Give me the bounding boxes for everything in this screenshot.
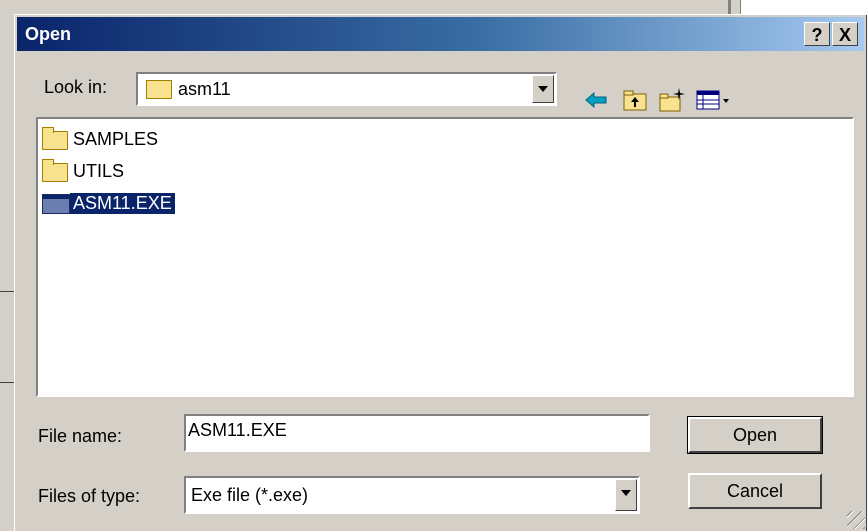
help-button[interactable]: ? <box>804 22 830 46</box>
files-of-type-value: Exe file (*.exe) <box>191 485 309 505</box>
view-menu-icon[interactable] <box>695 86 735 114</box>
close-button[interactable]: X <box>832 22 858 46</box>
file-name-label: File name: <box>38 426 123 446</box>
cancel-button[interactable]: Cancel <box>688 473 822 509</box>
look-in-label: Look in: <box>44 77 108 97</box>
background-window-edge <box>728 0 731 14</box>
file-name-input[interactable]: ASM11.EXE <box>184 414 650 452</box>
title-bar[interactable]: Open ? X <box>17 17 864 51</box>
files-of-type-label: Files of type: <box>38 486 141 506</box>
background-window-strip <box>0 0 867 14</box>
new-folder-icon[interactable] <box>658 86 686 114</box>
folder-icon <box>40 127 70 150</box>
look-in-dropdown[interactable]: asm11 <box>136 72 557 106</box>
look-in-value: asm11 <box>178 79 231 99</box>
dialog-title: Open <box>25 24 72 44</box>
files-of-type-dropdown-button[interactable] <box>615 479 637 511</box>
file-name-label: SAMPLES <box>73 128 159 149</box>
file-list-item-utils[interactable]: UTILS <box>40 159 127 183</box>
exe-icon <box>40 192 70 214</box>
background-window-panel <box>740 0 867 14</box>
back-arrow-icon[interactable] <box>582 86 610 114</box>
resize-grip-icon[interactable] <box>847 511 865 529</box>
look-in-dropdown-button[interactable] <box>532 75 554 103</box>
up-folder-icon[interactable] <box>621 86 649 114</box>
file-list[interactable]: SAMPLES UTILS ASM11.EXE <box>36 117 854 397</box>
file-list-item-asm11-exe[interactable]: ASM11.EXE <box>40 191 175 215</box>
folder-icon <box>40 159 70 182</box>
file-name-label: UTILS <box>73 160 125 181</box>
folder-open-icon <box>146 80 172 99</box>
file-list-item-samples[interactable]: SAMPLES <box>40 127 161 151</box>
files-of-type-dropdown[interactable]: Exe file (*.exe) <box>184 476 640 514</box>
open-button[interactable]: Open <box>687 416 823 454</box>
file-name-label: ASM11.EXE <box>70 192 175 214</box>
open-dialog: Open ? X Look in: asm11 SAMPLES UTILS AS… <box>14 14 867 531</box>
